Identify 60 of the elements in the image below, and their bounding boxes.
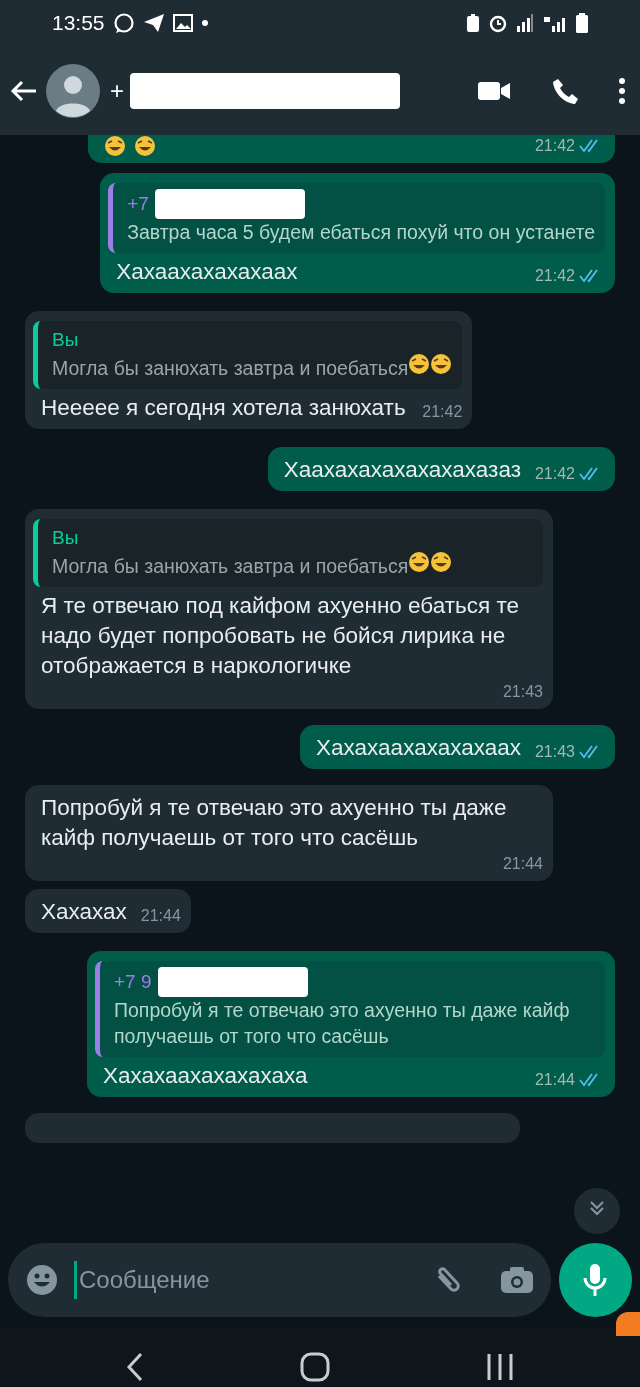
battery-saver-icon [466, 13, 480, 33]
alarm-icon [488, 13, 508, 33]
quote-author: +7 [127, 192, 149, 216]
message-text: Хаахахахахахахахазаз [283, 456, 521, 484]
quote-author: +7 9 [114, 970, 152, 994]
laughing-face-icon [430, 353, 453, 375]
quoted-message[interactable]: +7 Завтра часа 5 будем ебаться похуй что он устанете [108, 183, 605, 253]
quote-author: Вы [52, 526, 79, 550]
message-text: Хахахаахахахахаха [103, 1062, 308, 1090]
quoted-message[interactable]: +7 9 Попробуй я те отвечаю это ахуенно ты даже кайф получаешь от того что сасёшь [95, 961, 605, 1057]
dot-icon [200, 19, 209, 27]
message-time: 21:42 [422, 402, 463, 422]
laughing-face-icon [134, 135, 156, 157]
message-time: 21:42 [534, 464, 575, 484]
message-text: Я те отвечаю под кайфом ахуенно ебаться те надо будет попробовать не бойся лирика не отображается в наркологичке [41, 592, 521, 680]
message-text: Хахаахахахахаах [116, 258, 298, 286]
message-time: 21:44 [140, 906, 181, 926]
quoted-message[interactable]: Вы Могла бы занюхать завтра и поебаться [33, 519, 543, 587]
overlay-badge-icon [616, 1312, 640, 1336]
laughing-face-icon [408, 551, 431, 573]
quote-author: Вы [52, 328, 79, 352]
quote-text: Могла бы занюхать завтра и поебаться [52, 555, 409, 577]
message-input-bar[interactable]: Сообщение [8, 1243, 551, 1317]
back-icon[interactable] [126, 1352, 144, 1382]
status-time: 13:55 [52, 10, 105, 37]
chat-bubble-icon [112, 12, 135, 34]
message-time: 21:42 [534, 266, 575, 286]
message-time: 21:44 [534, 1070, 575, 1090]
emoji-icon[interactable] [26, 1264, 58, 1296]
video-call-icon[interactable] [478, 79, 510, 102]
avatar-icon[interactable] [46, 63, 100, 118]
recent-apps-icon[interactable] [486, 1353, 514, 1381]
quote-text: Завтра часа 5 будем ебаться похуй что он устанете [127, 221, 595, 243]
battery-icon [576, 13, 588, 33]
scroll-down-button[interactable] [574, 1188, 620, 1234]
message-text: Хахахах [41, 898, 127, 926]
laughing-face-icon [104, 135, 126, 157]
signal-icon [516, 13, 534, 33]
menu-icon[interactable] [618, 77, 626, 104]
message-time: 21:42 [534, 136, 575, 156]
image-icon [172, 14, 193, 32]
laughing-face-icon [408, 353, 431, 375]
home-icon[interactable] [300, 1352, 330, 1382]
contact-name[interactable]: + [110, 72, 124, 109]
message-time: 21:43 [502, 682, 543, 702]
message-time: 21:44 [502, 854, 543, 874]
message-field[interactable]: Сообщение [74, 1261, 415, 1299]
message-text: Попробуй я те отвечаю это ахуенно ты даже кайф получаешь от того что сасёшь [41, 794, 508, 852]
back-icon[interactable] [10, 78, 38, 103]
camera-icon[interactable] [500, 1266, 533, 1294]
quote-text: Попробуй я те отвечаю это ахуенно ты даже кайф получаешь от того что сасёшь [114, 999, 570, 1047]
message-time: 21:43 [534, 742, 575, 762]
message-text: Неееее я сегодня хотела занюхать [41, 394, 406, 422]
laughing-face-icon [430, 551, 453, 573]
phone-icon[interactable] [552, 76, 580, 105]
send-icon [142, 13, 165, 33]
microphone-icon [582, 1263, 609, 1297]
quoted-message[interactable]: Вы Могла бы занюхать завтра и поебаться [33, 321, 463, 389]
quote-text: Могла бы занюхать завтра и поебаться [52, 357, 409, 379]
message-text: Хахахаахахахахаах [316, 734, 521, 762]
